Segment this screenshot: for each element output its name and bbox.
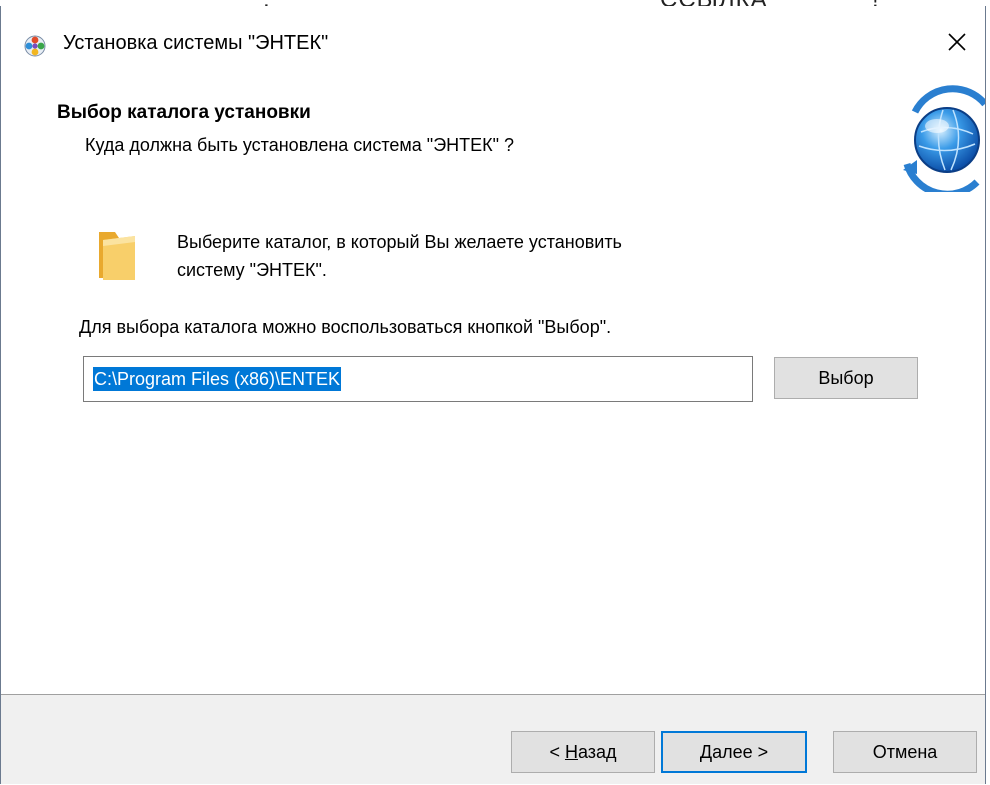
info-text-line1: Выберите каталог, в который Вы желаете у… [177, 232, 622, 252]
browse-button[interactable]: Выбор [774, 357, 918, 399]
cancel-button[interactable]: Отмена [833, 731, 977, 773]
close-button[interactable] [929, 16, 985, 72]
close-icon [947, 32, 967, 57]
back-button-label: < Назад [549, 741, 617, 762]
page-subtitle: Куда должна быть установлена система "ЭН… [85, 135, 515, 155]
globe-refresh-icon [885, 82, 985, 192]
page-title: Выбор каталога установки [57, 102, 311, 123]
next-button[interactable]: Далее > [661, 731, 807, 773]
browse-hint: Для выбора каталога можно воспользоватьс… [79, 317, 612, 337]
wizard-header: Выбор каталога установки Куда должна быт… [1, 80, 985, 192]
browse-button-label: Выбор [818, 367, 874, 388]
next-button-label: Далее > [699, 741, 769, 762]
title-bar[interactable]: Установка системы "ЭНТЕК" [1, 6, 985, 80]
cancel-button-label: Отмена [872, 741, 938, 762]
setup-app-icon [23, 34, 47, 58]
installer-window: Установка системы "ЭНТЕК" Выбор каталога… [0, 6, 986, 784]
folder-icon [97, 228, 137, 282]
window-title: Установка системы "ЭНТЕК" [63, 32, 329, 54]
install-path-input[interactable]: C:\Program Files (x86)\ENTEK [83, 356, 753, 402]
back-button[interactable]: < Назад [511, 731, 655, 773]
install-path-value: C:\Program Files (x86)\ENTEK [93, 367, 342, 391]
info-text-line2: систему "ЭНТЕК". [177, 260, 327, 280]
